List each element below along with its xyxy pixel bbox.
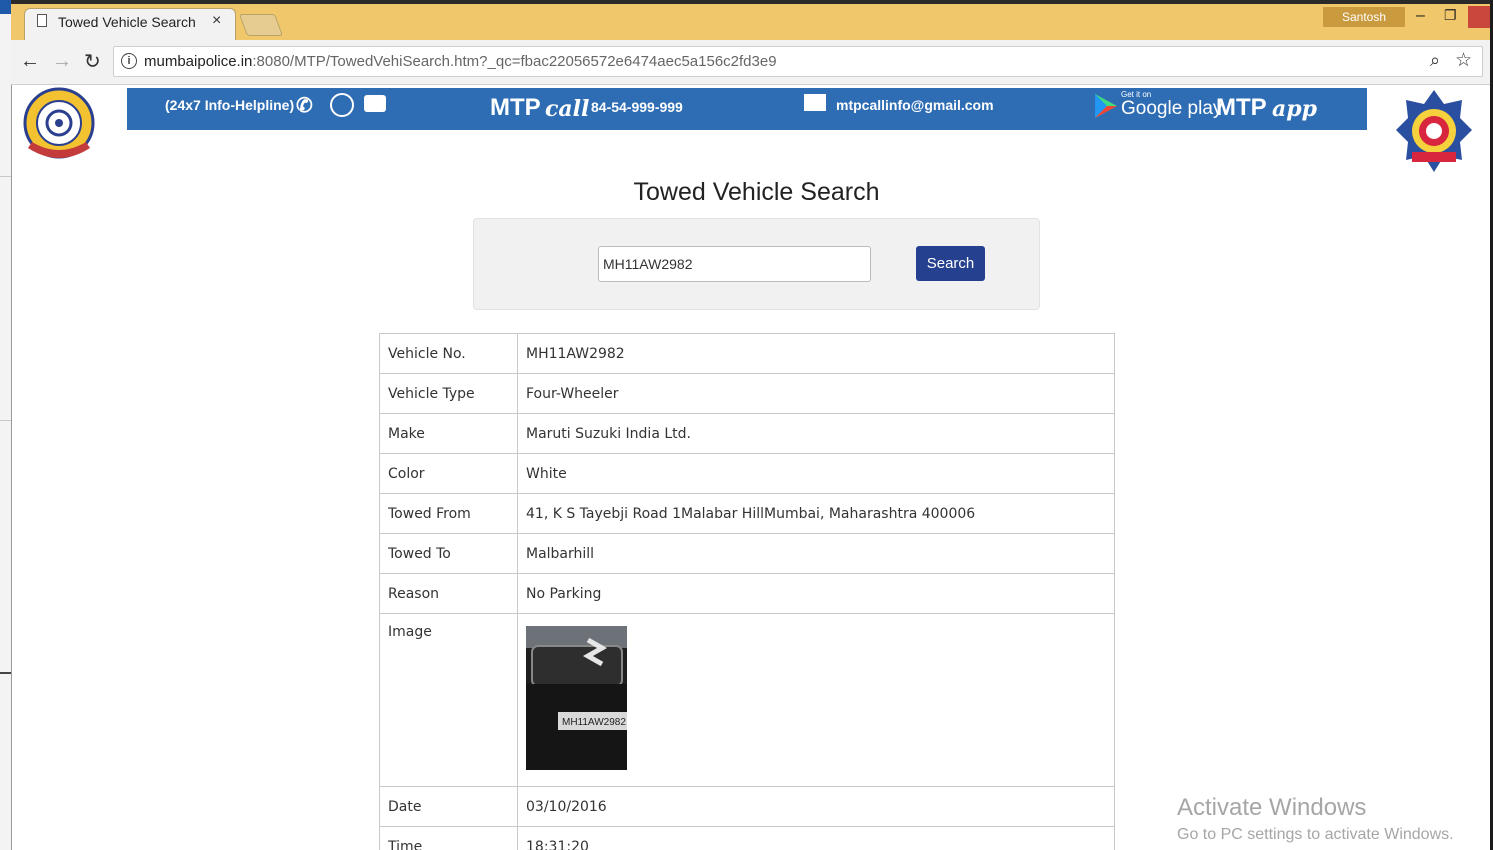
helpline-number: 84-54-999-999 <box>591 99 683 115</box>
forward-arrow-icon[interactable]: → <box>52 50 72 73</box>
vehicle-image-cell: MH11AW2982 <box>517 613 1115 787</box>
field-value: No Parking <box>517 573 1115 614</box>
whatsapp-icon <box>330 93 354 117</box>
site-info-icon[interactable]: i <box>121 53 137 69</box>
field-label: Time <box>379 826 518 850</box>
field-label: Image <box>379 613 518 787</box>
page-title: Towed Vehicle Search <box>633 178 880 206</box>
new-tab-button[interactable] <box>238 14 284 36</box>
field-value: White <box>517 453 1115 494</box>
towed-vehicle-photo[interactable]: MH11AW2982 <box>526 626 627 770</box>
field-value: 18:31:20 <box>517 826 1115 850</box>
field-label: Vehicle Type <box>379 373 518 414</box>
field-label: Towed To <box>379 533 518 574</box>
table-row: Vehicle Type Four-Wheeler <box>379 373 1115 414</box>
profile-name: Santosh <box>1341 10 1387 24</box>
url-host: mumbaipolice.in <box>144 53 253 70</box>
close-window-button[interactable] <box>1468 6 1490 28</box>
minimize-icon[interactable]: – <box>1416 7 1425 25</box>
table-row: Make Maruti Suzuki India Ltd. <box>379 413 1115 454</box>
field-value: Malbarhill <box>517 533 1115 574</box>
activate-windows-subtitle: Go to PC settings to activate Windows. <box>1177 826 1454 843</box>
url-path: :8080/MTP/TowedVehiSearch.htm?_qc=fbac22… <box>252 53 777 70</box>
zoom-icon[interactable]: ⌕ <box>1430 50 1440 71</box>
table-row: Towed From 41, K S Tayebji Road 1Malabar … <box>379 493 1115 534</box>
mtp-brand: MTP <box>490 94 541 121</box>
app-word: app <box>1272 96 1318 122</box>
table-row: Time 18:31:20 <box>379 826 1115 850</box>
mumbai-police-logo <box>1396 90 1472 172</box>
back-arrow-icon[interactable]: ← <box>20 50 40 73</box>
field-label: Date <box>379 786 518 827</box>
table-row: Vehicle No. MH11AW2982 <box>379 333 1115 374</box>
traffic-police-logo <box>23 87 95 159</box>
sms-icon <box>364 95 386 112</box>
restore-icon[interactable]: ❐ <box>1444 7 1457 24</box>
phone-icon: ✆ <box>296 95 313 117</box>
table-row: Towed To Malbarhill <box>379 533 1115 574</box>
field-label: Color <box>379 453 518 494</box>
plate-text: MH11AW2982 <box>562 717 626 728</box>
mtp-app-brand: MTP <box>1216 94 1267 121</box>
tab-title: Towed Vehicle Search <box>58 14 196 30</box>
field-label: Towed From <box>379 493 518 534</box>
table-row: Date 03/10/2016 <box>379 786 1115 827</box>
helpline-label: (24x7 Info-Helpline) <box>165 97 295 113</box>
helpline-email[interactable]: mtpcallinfo@gmail.com <box>836 97 994 113</box>
desktop-left-edge <box>0 0 12 850</box>
result-table: Vehicle No. MH11AW2982 Vehicle Type Four-Wh… <box>379 333 1115 850</box>
field-value: Four-Wheeler <box>517 373 1115 414</box>
activate-windows-title: Activate Windows <box>1177 794 1367 821</box>
google-play-label[interactable]: Google play <box>1121 98 1222 120</box>
vehicle-number-input[interactable] <box>598 246 871 282</box>
table-row: Image MH11AW2982 <box>379 613 1115 787</box>
bookmark-star-icon[interactable]: ☆ <box>1455 49 1472 72</box>
google-play-icon[interactable] <box>1093 92 1119 120</box>
mail-icon <box>804 94 826 111</box>
table-row: Color White <box>379 453 1115 494</box>
page-document-icon <box>37 14 47 27</box>
field-label: Make <box>379 413 518 454</box>
field-value: MH11AW2982 <box>517 333 1115 374</box>
profile-badge[interactable]: Santosh <box>1323 7 1405 27</box>
call-word: call <box>545 96 590 122</box>
field-label: Reason <box>379 573 518 614</box>
field-label: Vehicle No. <box>379 333 518 374</box>
table-row: Reason No Parking <box>379 573 1115 614</box>
tab-close-icon[interactable]: × <box>212 12 221 30</box>
field-value: 03/10/2016 <box>517 786 1115 827</box>
search-button[interactable]: Search <box>916 246 985 281</box>
field-value: Maruti Suzuki India Ltd. <box>517 413 1115 454</box>
reload-icon[interactable]: ↻ <box>84 49 101 74</box>
url-text[interactable]: mumbaipolice.in:8080/MTP/TowedVehiSearch… <box>144 53 777 70</box>
field-value: 41, K S Tayebji Road 1Malabar HillMumbai… <box>517 493 1115 534</box>
